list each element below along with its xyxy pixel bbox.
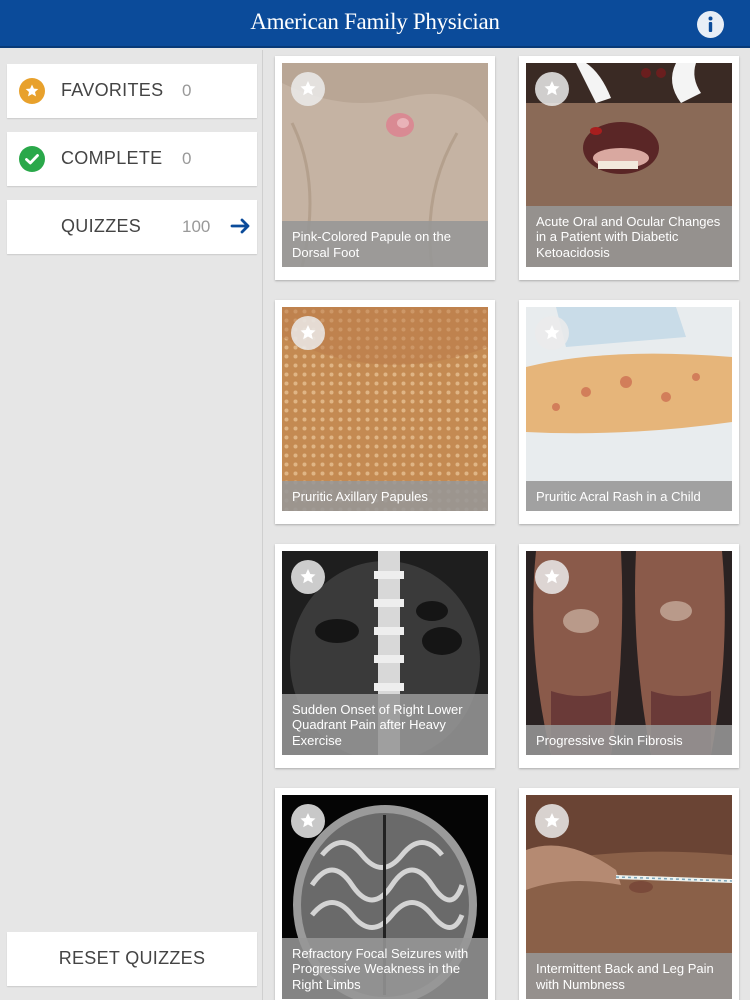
favorite-star-button[interactable] (291, 560, 325, 594)
quiz-image: Refractory Focal Seizures with Progressi… (282, 795, 488, 999)
quiz-caption: Intermittent Back and Leg Pain with Numb… (526, 953, 732, 999)
favorite-star-button[interactable] (291, 72, 325, 106)
quiz-card[interactable]: Pruritic Acral Rash in a Child (519, 300, 739, 524)
quiz-image: Progressive Skin Fibrosis (526, 551, 732, 755)
app-header: American Family Physician (0, 0, 750, 48)
sidebar-item-label: COMPLETE (61, 148, 163, 168)
sidebar-item-quizzes[interactable]: QUIZZES 100 (7, 200, 257, 254)
favorite-star-button[interactable] (535, 316, 569, 350)
star-icon (300, 813, 316, 828)
quiz-grid: Pink-Colored Papule on the Dorsal Foot A… (264, 50, 750, 1000)
sidebar-item-label: FAVORITES (61, 80, 164, 100)
quiz-image: Pruritic Axillary Papules (282, 307, 488, 511)
quiz-caption: Sudden Onset of Right Lower Quadrant Pai… (282, 693, 488, 755)
quiz-caption: Acute Oral and Ocular Changes in a Patie… (526, 205, 732, 267)
quiz-card[interactable]: Pruritic Axillary Papules (275, 300, 495, 524)
favorites-count: 0 (182, 81, 192, 100)
quiz-image: Acute Oral and Ocular Changes in a Patie… (526, 63, 732, 267)
sidebar-item-favorites[interactable]: FAVORITES 0 (7, 64, 257, 118)
favorite-star-button[interactable] (535, 72, 569, 106)
quiz-card[interactable]: Intermittent Back and Leg Pain with Numb… (519, 788, 739, 1000)
quiz-image: Pruritic Acral Rash in a Child (526, 307, 732, 511)
favorite-star-button[interactable] (291, 316, 325, 350)
star-icon (544, 569, 560, 584)
info-icon (697, 11, 724, 38)
quiz-card[interactable]: Refractory Focal Seizures with Progressi… (275, 788, 495, 1000)
info-button[interactable] (697, 11, 724, 38)
quiz-caption: Pink-Colored Papule on the Dorsal Foot (282, 221, 488, 267)
quiz-card[interactable]: Pink-Colored Papule on the Dorsal Foot (275, 56, 495, 280)
star-icon (544, 325, 560, 340)
favorite-star-button[interactable] (535, 804, 569, 838)
quiz-card[interactable]: Sudden Onset of Right Lower Quadrant Pai… (275, 544, 495, 768)
quizzes-count: 100 (182, 217, 211, 236)
sidebar: FAVORITES 0 COMPLETE 0 QUIZZES 100 RESET… (0, 50, 263, 1000)
reset-quizzes-button[interactable]: RESET QUIZZES (7, 932, 257, 986)
quiz-caption: Pruritic Acral Rash in a Child (526, 480, 732, 511)
quiz-caption: Progressive Skin Fibrosis (526, 724, 732, 755)
favorite-star-button[interactable] (291, 804, 325, 838)
quiz-image: Pink-Colored Papule on the Dorsal Foot (282, 63, 488, 267)
quiz-card[interactable]: Progressive Skin Fibrosis (519, 544, 739, 768)
sidebar-item-label: QUIZZES (61, 216, 142, 236)
favorite-star-button[interactable] (535, 560, 569, 594)
arrow-right-icon (230, 218, 250, 234)
star-icon (18, 77, 46, 105)
star-icon (544, 813, 560, 828)
quiz-card[interactable]: Acute Oral and Ocular Changes in a Patie… (519, 56, 739, 280)
quiz-image: Intermittent Back and Leg Pain with Numb… (526, 795, 732, 999)
sidebar-item-complete[interactable]: COMPLETE 0 (7, 132, 257, 186)
app-title: American Family Physician (250, 9, 500, 34)
reset-quizzes-label: RESET QUIZZES (58, 948, 206, 968)
quiz-caption: Pruritic Axillary Papules (282, 480, 488, 511)
star-icon (300, 569, 316, 584)
complete-count: 0 (182, 149, 192, 168)
check-icon (18, 145, 46, 173)
star-icon (300, 325, 316, 340)
star-icon (300, 81, 316, 96)
star-icon (544, 81, 560, 96)
quiz-caption: Refractory Focal Seizures with Progressi… (282, 937, 488, 999)
quiz-image: Sudden Onset of Right Lower Quadrant Pai… (282, 551, 488, 755)
